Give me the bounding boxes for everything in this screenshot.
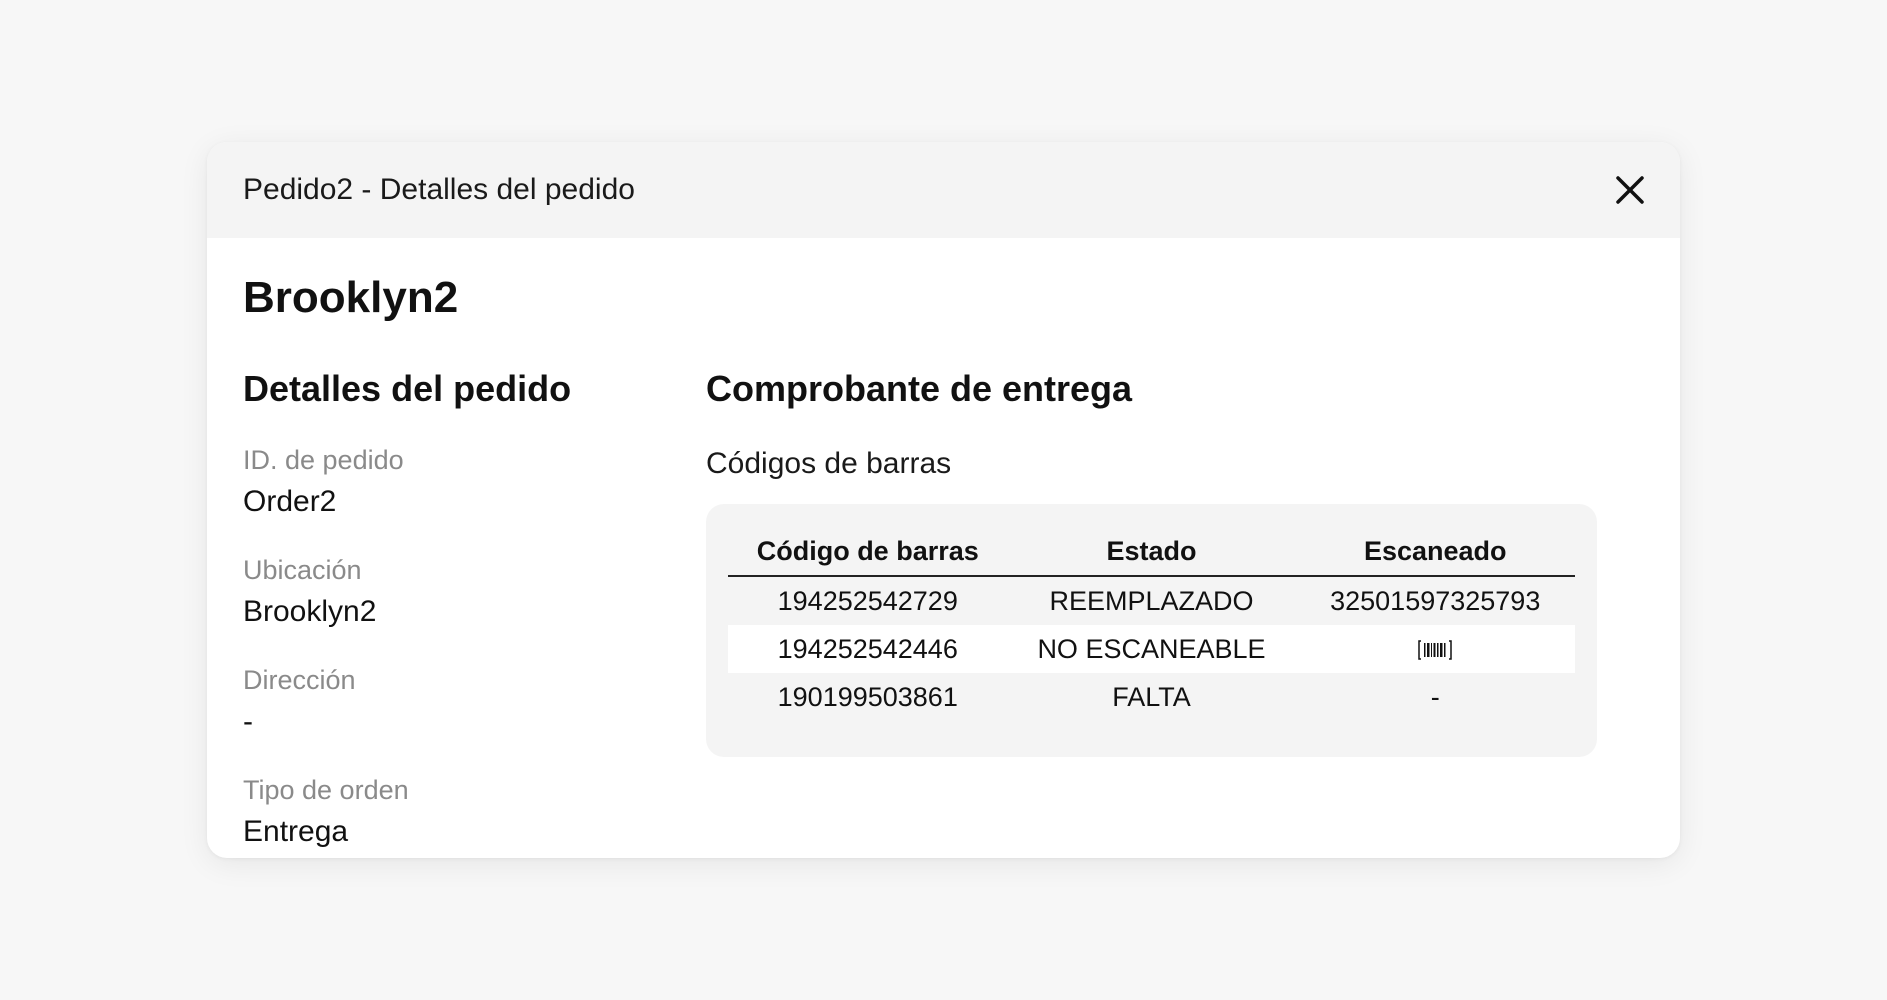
field-value: - <box>243 705 253 738</box>
proof-of-delivery-title: Comprobante de entrega <box>706 368 1133 409</box>
barcode-cell: 194252542729 <box>777 585 958 616</box>
status-cell: REEMPLAZADO <box>1049 585 1254 616</box>
column-header-status: Estado <box>1007 526 1296 577</box>
close-button[interactable] <box>1608 168 1652 212</box>
order-details-title: Detalles del pedido <box>243 368 572 409</box>
barcode-cell: 194252542446 <box>728 625 1008 673</box>
field-label: Ubicación <box>243 555 362 585</box>
table-header-row: Código de barras Estado Escaneado <box>728 526 1575 577</box>
field-address: Dirección - <box>243 664 706 740</box>
close-icon <box>1616 176 1644 204</box>
modal-body: Brooklyn2 Detalles del pedido ID. de ped… <box>207 238 1680 850</box>
status-cell: FALTA <box>1112 681 1191 712</box>
field-value: Order2 <box>243 485 337 518</box>
field-label: Tipo de orden <box>243 775 409 805</box>
field-label: Dirección <box>243 665 356 695</box>
table-row: 190199503861 FALTA - <box>728 673 1575 721</box>
modal-header: Pedido2 - Detalles del pedido <box>207 142 1680 238</box>
field-order-id: ID. de pedido Order2 <box>243 444 706 520</box>
column-header-scanned: Escaneado <box>1295 526 1575 577</box>
barcodes-table: Código de barras Estado Escaneado 194252… <box>728 526 1575 721</box>
scanned-cell: - <box>1430 681 1440 712</box>
status-cell: NO ESCANEABLE <box>1007 625 1296 673</box>
column-header-barcode: Código de barras <box>728 526 1008 577</box>
barcodes-title: Códigos de barras <box>706 447 952 480</box>
field-label: ID. de pedido <box>243 445 404 475</box>
scanned-cell <box>1295 625 1575 673</box>
order-details-modal: Pedido2 - Detalles del pedido Brooklyn2 … <box>207 142 1680 858</box>
barcode-scan-icon <box>1418 640 1452 661</box>
table-row: 194252542729 REEMPLAZADO 32501597325793 <box>728 576 1575 625</box>
field-value: Brooklyn2 <box>243 595 377 628</box>
field-value: Entrega <box>243 815 349 848</box>
field-order-type: Tipo de orden Entrega <box>243 774 706 850</box>
modal-title: Pedido2 - Detalles del pedido <box>243 173 635 206</box>
table-row: 194252542446 NO ESCANEABLE <box>728 625 1575 673</box>
order-details-section: Detalles del pedido ID. de pedido Order2… <box>243 366 706 850</box>
proof-of-delivery-section: Comprobante de entrega Códigos de barras… <box>706 366 1644 850</box>
scanned-cell: 32501597325793 <box>1330 585 1541 616</box>
field-location: Ubicación Brooklyn2 <box>243 554 706 630</box>
store-name: Brooklyn2 <box>243 273 459 322</box>
barcode-cell: 190199503861 <box>777 681 958 712</box>
barcodes-table-card: Código de barras Estado Escaneado 194252… <box>706 504 1597 757</box>
